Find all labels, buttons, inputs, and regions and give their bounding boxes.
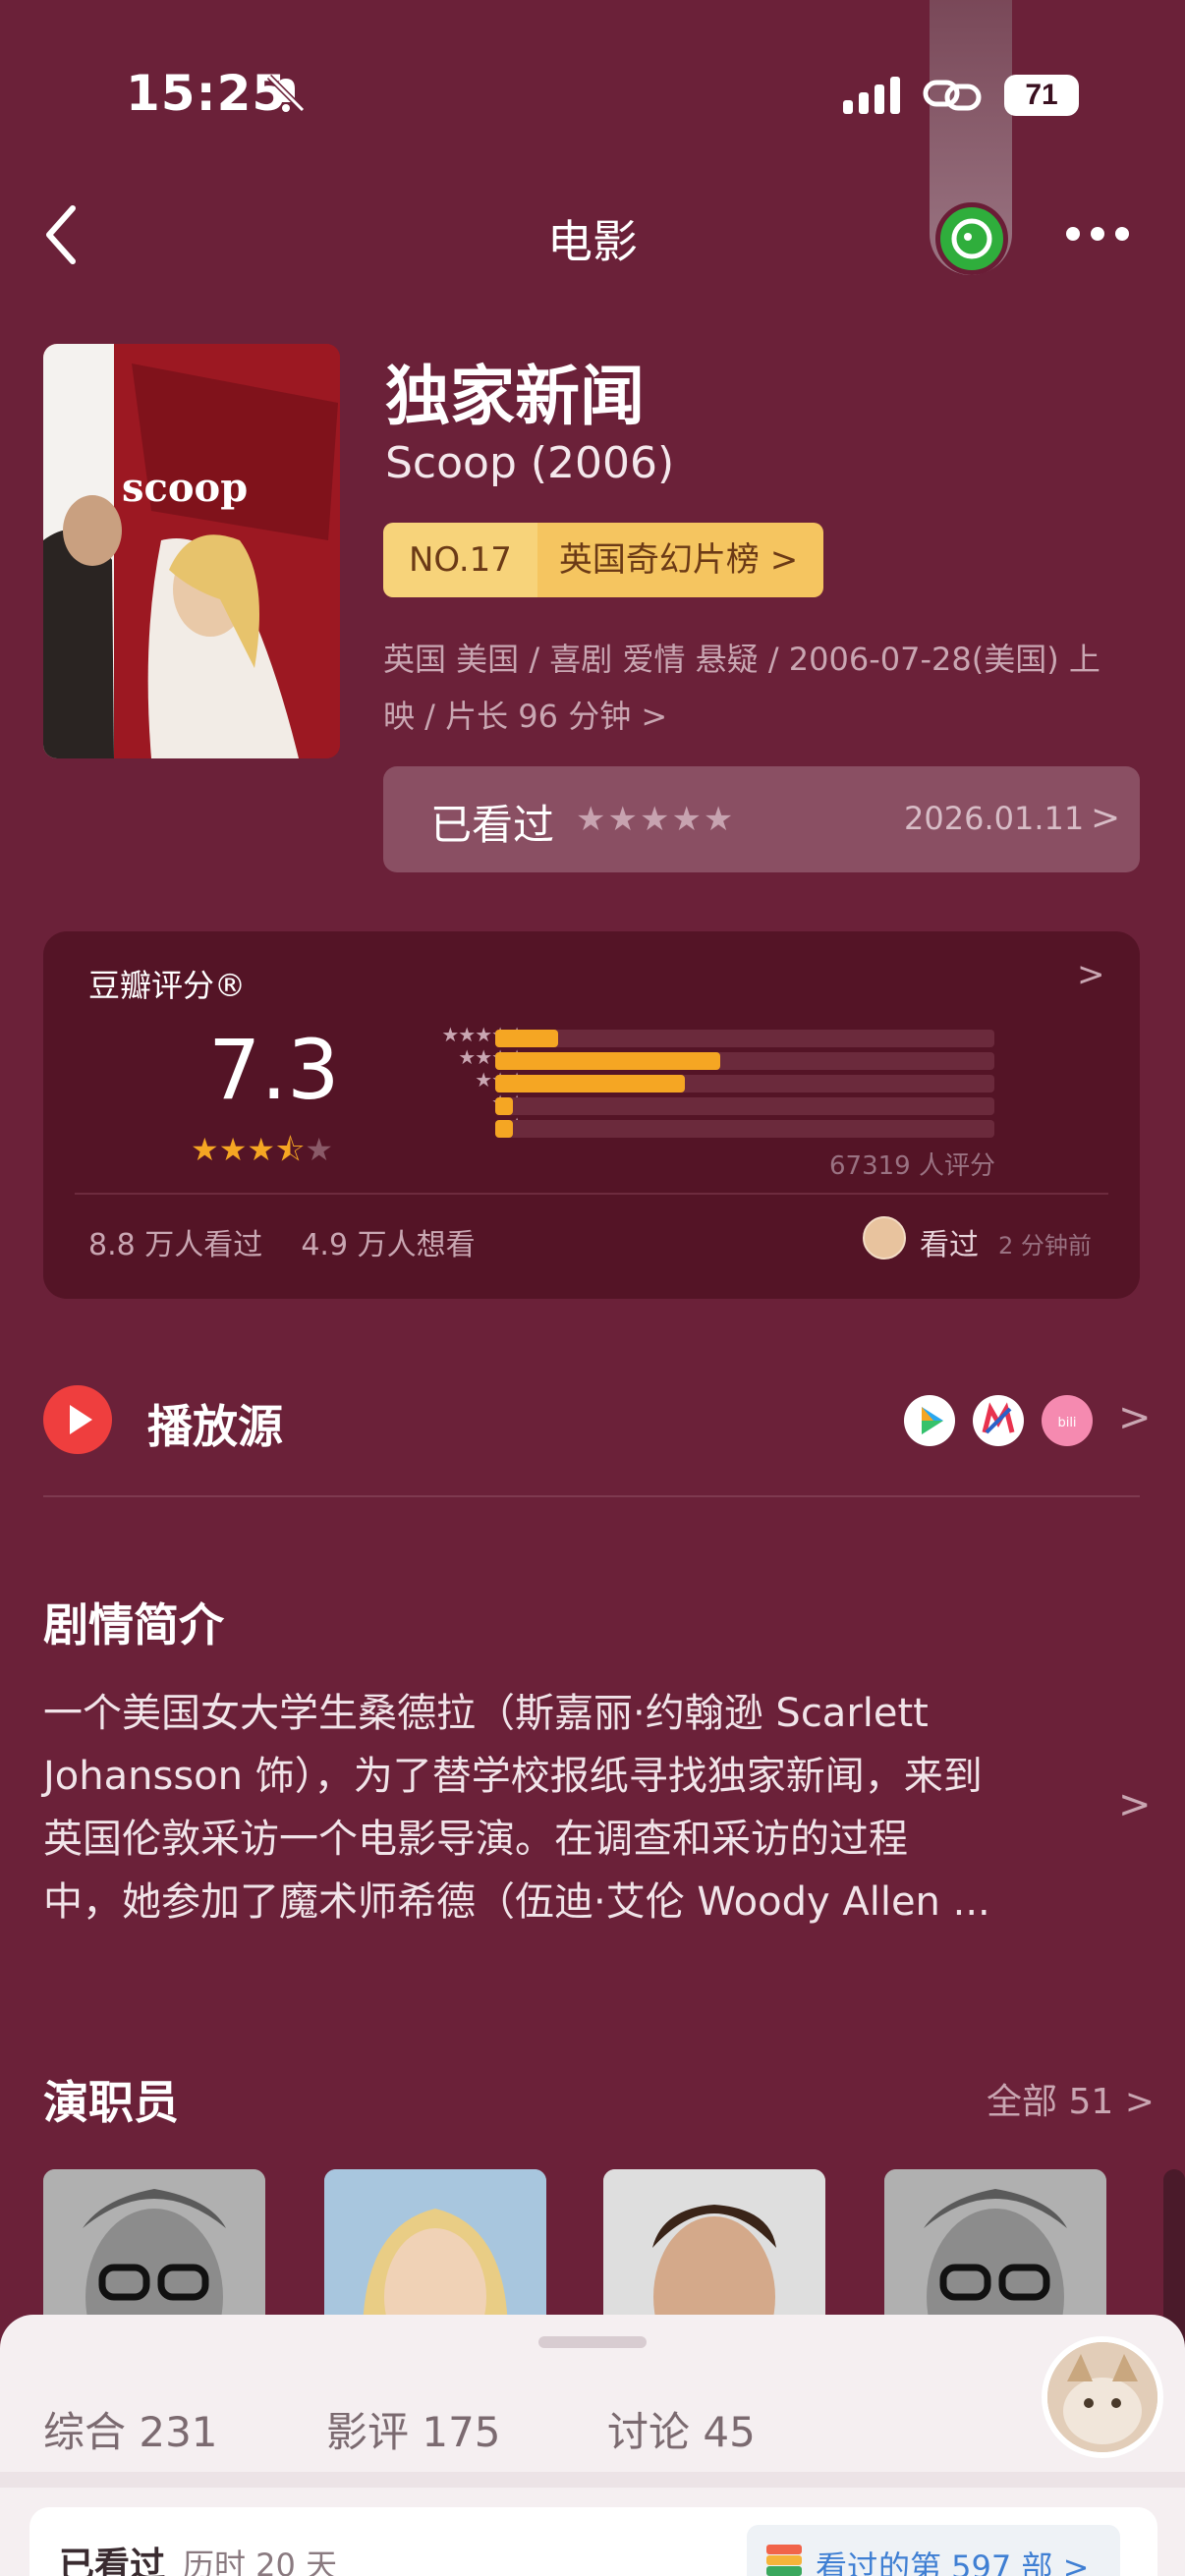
rating-bar-fill (495, 1120, 513, 1138)
divider (0, 2472, 1185, 2488)
record-duration: 历时 20 天 (183, 2547, 338, 2576)
record-label: 已看过 (59, 2546, 166, 2576)
watched-count-text: 看过的第 597 部 > (816, 2548, 1090, 2576)
rating-bar-fill (495, 1052, 720, 1070)
rating-bar-fill (495, 1030, 558, 1047)
synopsis-line: 英国伦敦采访一个电影导演。在调查和采访的过程 (43, 1817, 908, 1862)
synopsis-line: Johansson 饰），为了替学校报纸寻找独家新闻，来到 (43, 1754, 983, 1799)
rating-bar-3 (495, 1075, 994, 1092)
rating-bar-2 (495, 1097, 994, 1115)
my-rating-stars[interactable]: ★★★★★ (576, 800, 735, 839)
meta-line-1: 英国 美国 / 喜剧 爱情 悬疑 / 2006-07-28(美国) 上 (383, 641, 1100, 678)
svg-text:bili: bili (1057, 1416, 1076, 1430)
avatar[interactable] (1042, 2336, 1163, 2458)
chevron-right-icon: > (1077, 955, 1105, 994)
my-status: 看过 (920, 1228, 979, 1262)
battery-level: 71 (1004, 75, 1079, 116)
rating-card[interactable]: 豆瓣评分® > 7.3 ★★★⯪★ ★★★★★ ★★★★ ★★★ ★★ ★ 67… (43, 931, 1140, 1299)
want-count: 4.9 万人想看 (301, 1228, 476, 1262)
rating-score: 7.3 (208, 1022, 340, 1118)
seen-count: 8.8 万人看过 (88, 1228, 263, 1262)
rating-bar-fill (495, 1075, 686, 1092)
watched-count-badge[interactable]: 看过的第 597 部 > (747, 2525, 1120, 2576)
synopsis-line: 一个美国女大学生桑德拉（斯嘉丽·约翰逊 Scarlett (43, 1691, 929, 1736)
mango-tv-icon[interactable] (973, 1395, 1024, 1446)
page-title: 电影 (547, 215, 638, 268)
meta-line-2: 映 / 片长 96 分钟 > (383, 698, 668, 735)
play-source-label[interactable]: 播放源 (147, 1391, 283, 1456)
chevron-right-icon[interactable]: > (1118, 1395, 1152, 1440)
watched-date: 2026.01.11 (904, 800, 1085, 837)
tab-reviews[interactable]: 影评 175 (326, 2399, 501, 2459)
rating-bar-5 (495, 1030, 994, 1047)
bottom-sheet[interactable]: 综合 231 影评 175 讨论 45 已看过 历时 20 天 看过的第 597… (0, 2315, 1185, 2576)
rank-badge[interactable]: NO.17 英国奇幻片榜 > (383, 523, 824, 597)
more-icon[interactable] (1063, 222, 1132, 246)
avatar[interactable] (863, 1216, 906, 1260)
poster-title: scoop (122, 465, 248, 511)
rating-stars: ★★★⯪★ (191, 1131, 334, 1168)
rating-bar-fill (495, 1097, 513, 1115)
tab-discussion[interactable]: 讨论 45 (607, 2399, 756, 2459)
movie-title-en: Scoop (2006) (385, 438, 675, 488)
cast-title: 演职员 (43, 2076, 179, 2129)
my-status-time: 2 分钟前 (998, 1232, 1092, 1260)
battery-icon: 71 (1004, 75, 1083, 116)
play-icon[interactable] (43, 1385, 112, 1454)
synopsis-text[interactable]: 一个美国女大学生桑德拉（斯嘉丽·约翰逊 Scarlett Johansson 饰… (43, 1682, 1104, 1933)
synopsis-title: 剧情简介 (43, 1598, 224, 1652)
watched-record-card[interactable]: 已看过 历时 20 天 看过的第 597 部 > (29, 2507, 1157, 2576)
drag-handle[interactable] (538, 2336, 647, 2348)
divider (43, 1495, 1140, 1497)
movie-poster[interactable]: scoop (43, 344, 340, 758)
rating-count: 67319 人评分 (829, 1151, 995, 1181)
synopsis-line: 中，她参加了魔术师希德（伍迪·艾伦 Woody Allen ... (43, 1879, 990, 1925)
movie-meta[interactable]: 英国 美国 / 喜剧 爱情 悬疑 / 2006-07-28(美国) 上 映 / … (383, 631, 1130, 745)
bell-off-icon (263, 71, 309, 116)
cast-all-link[interactable]: 全部 51 > (987, 2073, 1155, 2124)
rank-number: NO.17 (383, 523, 537, 597)
watched-label: 已看过 (430, 801, 555, 849)
bilibili-icon[interactable]: bili (1042, 1395, 1093, 1446)
link-icon (922, 73, 983, 118)
chevron-right-icon: > (1091, 798, 1121, 838)
rating-title: 豆瓣评分® (88, 967, 247, 1004)
stack-icon (764, 2543, 804, 2576)
chevron-right-icon[interactable]: > (1118, 1782, 1152, 1827)
divider (75, 1193, 1108, 1195)
signal-icon (843, 77, 906, 116)
tencent-video-icon[interactable] (904, 1395, 955, 1446)
movie-title-cn: 独家新闻 (385, 359, 645, 434)
tab-overview[interactable]: 综合 231 (43, 2399, 218, 2459)
watched-status-button[interactable]: 已看过 ★★★★★ 2026.01.11 > (383, 766, 1140, 872)
rating-bar-4 (495, 1052, 994, 1070)
rank-list-name: 英国奇幻片榜 > (536, 523, 824, 597)
rating-bar-1 (495, 1120, 994, 1138)
watch-stats: 8.8 万人看过 4.9 万人想看 (88, 1220, 476, 1263)
